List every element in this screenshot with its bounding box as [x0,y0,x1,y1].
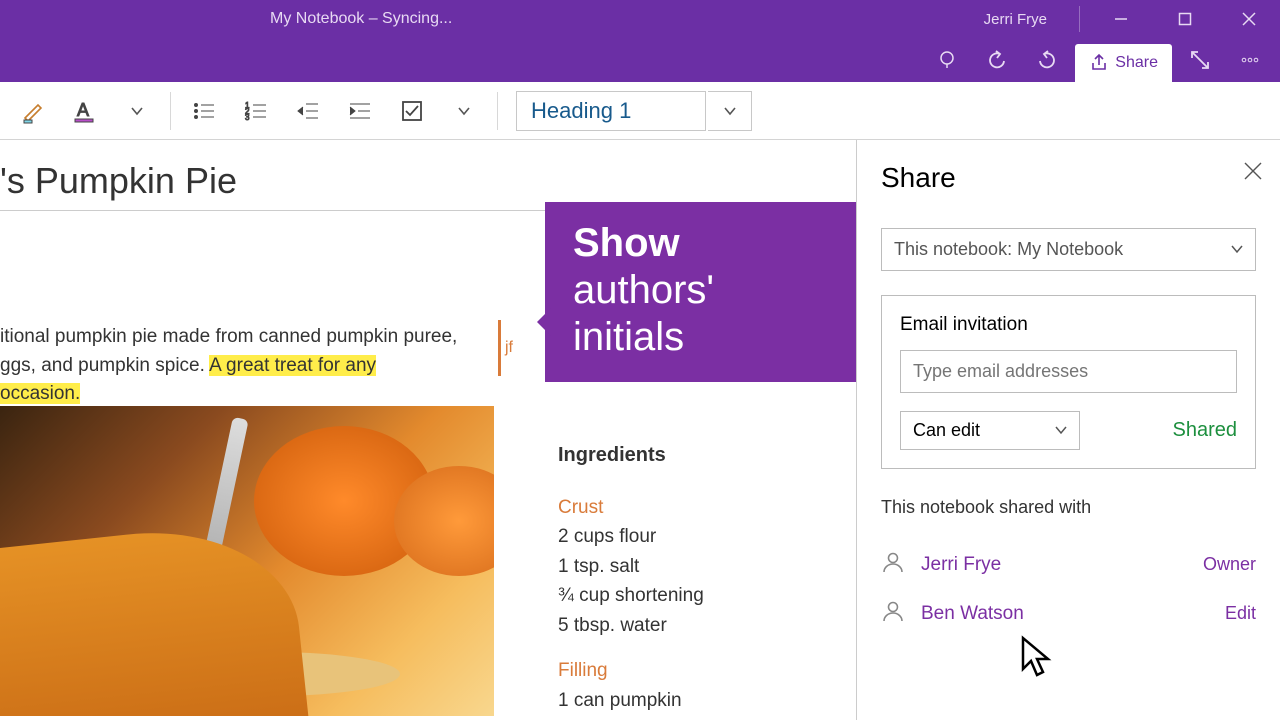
person-icon [881,550,905,579]
filling-heading: Filling [558,656,839,685]
ribbon-toolbar: A 123 Heading 1 [0,82,1280,140]
style-dropdown[interactable]: Heading 1 [516,91,706,131]
email-input[interactable] [900,350,1237,393]
shared-person-row[interactable]: Ben Watson Edit [881,589,1256,638]
share-pane: Share This notebook: My Notebook Email i… [856,140,1280,720]
ingredients-block[interactable]: Ingredients Crust 2 cups flour 1 tsp. sa… [558,440,839,720]
indent-icon[interactable] [335,89,385,133]
command-bar: Share [0,38,1280,82]
svg-text:A: A [77,100,89,120]
chevron-down-icon[interactable] [439,89,489,133]
highlighter-icon[interactable] [8,89,58,133]
divider [1079,6,1080,32]
permission-select[interactable]: Can edit [900,411,1080,450]
chevron-down-icon[interactable] [708,91,752,131]
list-item: 2 cups flour [558,522,839,551]
bullets-icon[interactable] [179,89,229,133]
close-icon[interactable] [1244,162,1262,185]
minimize-button[interactable] [1098,0,1144,38]
author-initials[interactable]: jf [498,320,513,376]
tell-me-icon[interactable] [925,42,969,78]
page-description[interactable]: itional pumpkin pie made from canned pum… [0,323,460,409]
redo-icon[interactable] [1025,42,1069,78]
callout-tooltip: Show authors' initials [545,202,856,382]
list-item: 1 can pumpkin [558,686,839,715]
shared-person-row[interactable]: Jerri Frye Owner [881,540,1256,589]
email-invitation-label: Email invitation [900,314,1237,336]
todo-tag-icon[interactable] [387,89,437,133]
user-name[interactable]: Jerri Frye [984,11,1047,28]
person-icon [881,599,905,628]
share-button-label: Share [1115,54,1158,72]
person-role: Owner [1203,554,1256,575]
list-item: 1 tsp. salt [558,552,839,581]
list-item: ¾ cup shortening [558,581,839,610]
fullscreen-icon[interactable] [1178,42,1222,78]
more-icon[interactable] [1228,42,1272,78]
title-bar: My Notebook – Syncing... Jerri Frye [0,0,1280,38]
crust-heading: Crust [558,493,839,522]
person-name: Jerri Frye [921,554,1001,576]
shared-status: Shared [1173,419,1238,442]
share-button[interactable]: Share [1075,44,1172,82]
maximize-button[interactable] [1162,0,1208,38]
page-canvas[interactable]: 's Pumpkin Pie itional pumpkin pie made … [0,140,856,720]
chevron-down-icon[interactable] [112,89,162,133]
undo-icon[interactable] [975,42,1019,78]
window-title: My Notebook – Syncing... [270,10,452,28]
email-invitation-box: Email invitation Can edit Shared [881,295,1256,469]
outdent-icon[interactable] [283,89,333,133]
font-color-icon[interactable]: A [60,89,110,133]
svg-text:3: 3 [245,113,250,122]
list-item: 1 can sweetened condensed milk [558,715,839,720]
person-name: Ben Watson [921,603,1024,625]
close-button[interactable] [1226,0,1272,38]
recipe-image [0,406,494,716]
share-pane-title: Share [881,162,1256,194]
notebook-select[interactable]: This notebook: My Notebook [881,228,1256,271]
shared-with-label: This notebook shared with [881,497,1256,518]
person-role: Edit [1225,603,1256,624]
ingredients-heading: Ingredients [558,440,839,471]
list-item: 5 tbsp. water [558,611,839,640]
numbering-icon[interactable]: 123 [231,89,281,133]
